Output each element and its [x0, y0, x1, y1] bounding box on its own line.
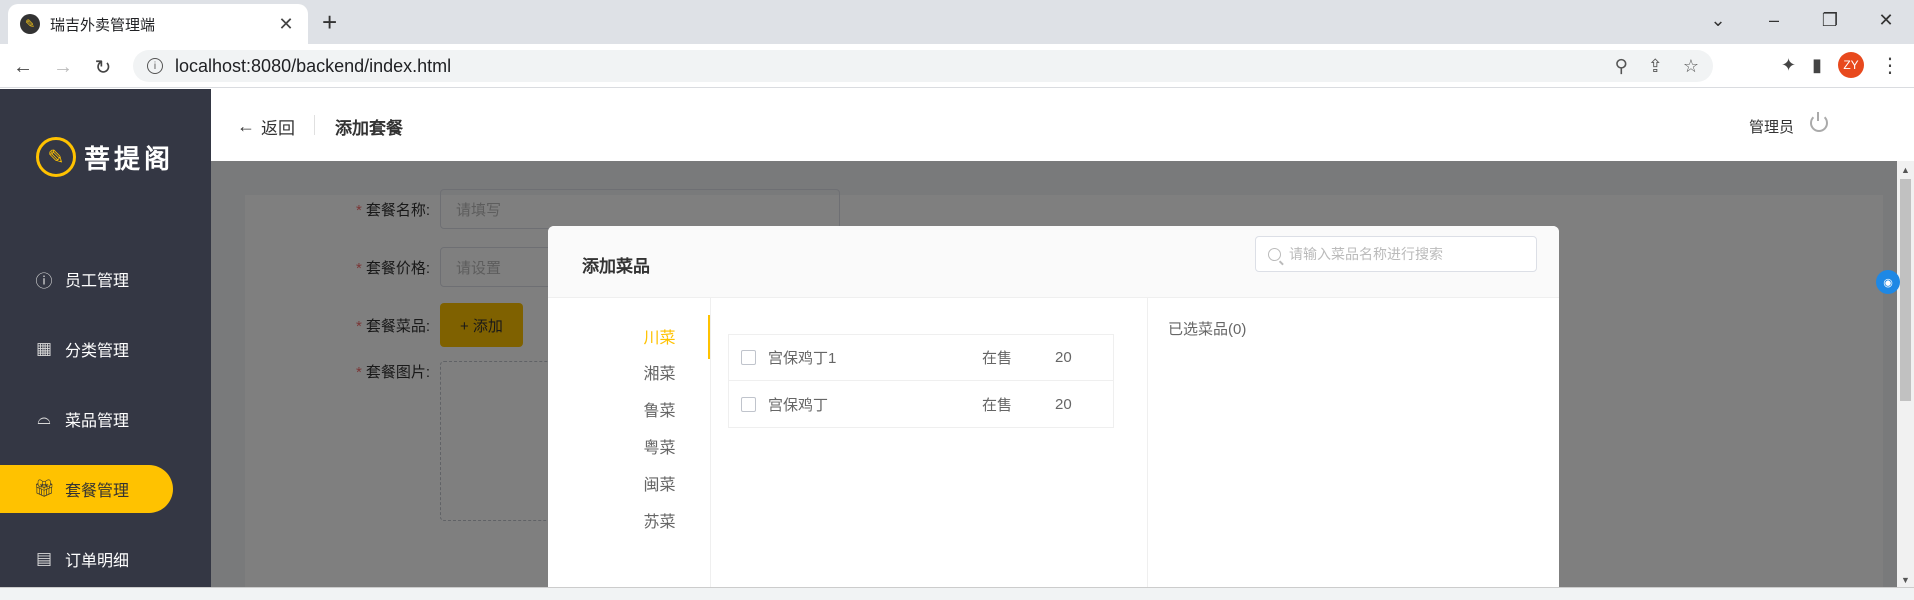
scroll-down-icon[interactable]: ▼: [1901, 575, 1910, 585]
close-window-icon[interactable]: ✕: [1858, 0, 1914, 40]
browser-tab[interactable]: ✎ 瑞吉外卖管理端 ✕: [8, 4, 308, 44]
extensions-puzzle-icon[interactable]: ✦: [1781, 55, 1796, 76]
sidebar-menu: ⓘ 员工管理 ▦ 分类管理 ⌓ 菜品管理 🎁︎ 套餐管理 ▤ 订单明细: [0, 255, 211, 600]
url-text: localhost:8080/backend/index.html: [175, 55, 452, 76]
dish-price: 20: [1055, 395, 1072, 413]
bookmark-star-icon[interactable]: ☆: [1683, 56, 1699, 77]
browser-toolbar: ← → ↻ i localhost:8080/backend/index.htm…: [0, 44, 1914, 88]
logo-icon: ✎: [36, 137, 76, 177]
add-dish-dialog: 添加菜品 请输入菜品名称进行搜索 川菜 湘菜 鲁菜 粤菜 闽菜 苏菜 宫保鸡丁1…: [548, 226, 1559, 600]
reload-icon[interactable]: ↻: [88, 52, 118, 82]
profile-avatar[interactable]: ZY: [1838, 52, 1864, 78]
back-label: 返回: [261, 119, 295, 138]
logo-text: 菩提阁: [84, 143, 175, 174]
zoom-icon[interactable]: ⚲: [1615, 56, 1628, 77]
list-item[interactable]: 宫保鸡丁 在售 20: [729, 381, 1113, 427]
active-category-indicator: [708, 315, 710, 359]
dish-name: 宫保鸡丁1: [768, 350, 837, 367]
dish-checkbox[interactable]: [741, 350, 756, 365]
sidebar-item-label: 分类管理: [65, 343, 130, 360]
page-scrollbar[interactable]: ▲ ▼: [1897, 161, 1914, 587]
sidebar-item-employees[interactable]: ⓘ 员工管理: [0, 255, 173, 303]
dish-status: 在售: [982, 396, 1013, 414]
sidebar-item-label: 菜品管理: [65, 413, 130, 430]
page-title: 添加套餐: [335, 119, 403, 138]
sidebar-item-label: 员工管理: [65, 273, 130, 290]
clipboard-icon: ▤: [35, 549, 53, 568]
omnibox-actions: ⚲ ⇪ ☆: [1615, 56, 1699, 77]
info-icon: ⓘ: [35, 271, 53, 291]
tab-title: 瑞吉外卖管理端: [50, 16, 156, 34]
dish-search-input[interactable]: 请输入菜品名称进行搜索: [1255, 236, 1537, 272]
back-nav-icon[interactable]: ←: [8, 52, 38, 82]
minimize-icon[interactable]: –: [1746, 0, 1802, 40]
address-bar[interactable]: i localhost:8080/backend/index.html ⚲ ⇪ …: [133, 50, 1713, 82]
arrow-left-icon: ←: [237, 116, 255, 136]
dialog-body: 川菜 湘菜 鲁菜 粤菜 闽菜 苏菜 宫保鸡丁1 在售 20 宫保鸡丁 在售 20…: [548, 298, 1559, 600]
devtools-strip: [0, 587, 1914, 600]
sidebar-item-orders[interactable]: ▤ 订单明细: [0, 535, 173, 583]
header-divider: [314, 115, 315, 135]
close-tab-icon[interactable]: ✕: [276, 14, 296, 35]
dish-list: 宫保鸡丁1 在售 20 宫保鸡丁 在售 20: [728, 334, 1114, 428]
dish-status: 在售: [982, 350, 1013, 367]
grid-icon: ▦: [35, 339, 53, 358]
new-tab-icon[interactable]: +: [322, 8, 337, 36]
logo: ✎ 菩提阁: [36, 137, 174, 177]
category-item[interactable]: 鲁菜: [548, 397, 711, 421]
sidebar-item-categories[interactable]: ▦ 分类管理: [0, 325, 173, 373]
panel-divider: [1147, 298, 1148, 600]
sidebar-item-label: 套餐管理: [65, 483, 130, 500]
gift-icon: 🎁︎: [33, 479, 55, 498]
dish-name: 宫保鸡丁: [768, 396, 829, 414]
window-controls: ⌄ – ❐ ✕: [1690, 0, 1914, 40]
user-name: 管理员: [1748, 119, 1794, 136]
sidebar-item-setmeals[interactable]: 🎁︎ 套餐管理: [0, 465, 173, 513]
page-header: ← 返回 添加套餐 管理员: [211, 89, 1914, 161]
tab-search-icon[interactable]: ⌄: [1690, 0, 1746, 40]
share-icon[interactable]: ⇪: [1648, 56, 1663, 77]
cloche-icon: ⌓: [37, 409, 51, 428]
dish-checkbox[interactable]: [741, 396, 756, 412]
dish-price: 20: [1055, 349, 1072, 366]
list-item[interactable]: 宫保鸡丁1 在售 20: [729, 335, 1113, 381]
browser-tab-bar: ✎ 瑞吉外卖管理端 ✕ + ⌄ – ❐ ✕: [0, 0, 1914, 44]
dialog-title: 添加菜品: [582, 257, 650, 276]
extension-area: ✦ ▮ ZY ⋮: [1781, 52, 1900, 78]
scroll-up-icon[interactable]: ▲: [1901, 165, 1910, 175]
category-list: 川菜 湘菜 鲁菜 粤菜 闽菜 苏菜: [548, 298, 711, 600]
forward-nav-icon[interactable]: →: [48, 52, 78, 82]
category-item[interactable]: 粤菜: [548, 434, 711, 458]
category-item[interactable]: 苏菜: [548, 508, 711, 532]
category-item[interactable]: 川菜: [548, 324, 711, 348]
search-icon: [1268, 247, 1281, 261]
site-favicon-icon: ✎: [20, 14, 40, 34]
menu-kebab-icon[interactable]: ⋮: [1880, 53, 1900, 78]
logout-power-icon[interactable]: [1810, 112, 1828, 132]
search-placeholder: 请输入菜品名称进行搜索: [1289, 246, 1443, 262]
floating-assistant-icon[interactable]: ◉: [1876, 270, 1900, 294]
restore-icon[interactable]: ❐: [1802, 0, 1858, 40]
site-info-icon[interactable]: i: [147, 58, 163, 74]
dialog-header: 添加菜品 请输入菜品名称进行搜索: [548, 226, 1559, 298]
sidebar-item-dishes[interactable]: ⌓ 菜品管理: [0, 395, 173, 443]
side-panel-icon[interactable]: ▮: [1812, 55, 1822, 76]
back-button[interactable]: ← 返回: [237, 114, 295, 139]
scrollbar-thumb[interactable]: [1900, 179, 1911, 401]
sidebar-item-label: 订单明细: [65, 553, 130, 570]
category-item[interactable]: 闽菜: [548, 471, 711, 495]
selected-dishes-label: 已选菜品(0): [1168, 321, 1247, 338]
sidebar: ✎ 菩提阁 ⓘ 员工管理 ▦ 分类管理 ⌓ 菜品管理 🎁︎ 套餐管理 ▤ 订单明…: [0, 89, 211, 600]
category-item[interactable]: 湘菜: [548, 360, 711, 384]
